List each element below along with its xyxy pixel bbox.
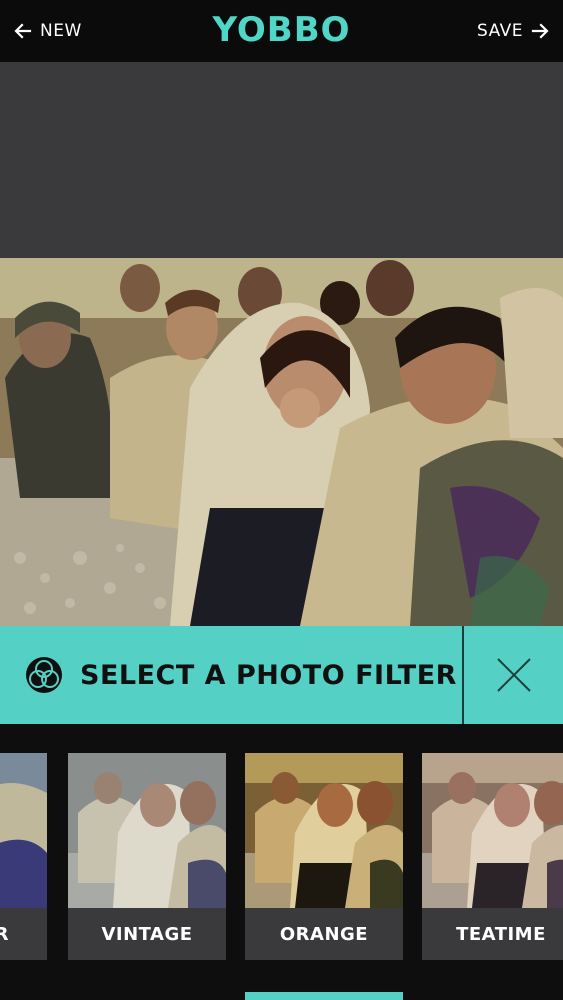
selected-filter-indicator (245, 992, 403, 1000)
top-bar: NEW YOBBO SAVE (0, 0, 563, 62)
filter-thumbnail-orange[interactable]: ORANGE (245, 753, 403, 960)
filter-thumbnail-vintage[interactable]: VINTAGE (68, 753, 226, 960)
filter-label: R (0, 908, 47, 960)
filter-bar-title: SELECT A PHOTO FILTER (80, 659, 457, 691)
photo-thumbnail (422, 753, 563, 908)
color-filter-icon (26, 657, 62, 693)
photo-illustration (0, 258, 563, 626)
save-button-label: SAVE (476, 21, 523, 41)
close-filter-button[interactable] (464, 626, 563, 724)
save-button[interactable]: SAVE (477, 0, 549, 62)
select-filter-header: SELECT A PHOTO FILTER (0, 626, 462, 724)
photo-thumbnail (0, 753, 47, 908)
main-photo[interactable] (0, 258, 563, 626)
filter-strip[interactable]: R VINTAGE ORANGE TEATIME (0, 724, 563, 1000)
photo-thumbnail (68, 753, 226, 908)
filter-thumbnail-teatime[interactable]: TEATIME (422, 753, 563, 960)
canvas-area (0, 62, 563, 258)
filter-thumbnail[interactable]: R (0, 753, 47, 960)
filter-selection-bar: SELECT A PHOTO FILTER (0, 626, 563, 724)
close-icon (496, 658, 531, 692)
filter-label: VINTAGE (68, 908, 226, 960)
arrow-right-icon (531, 23, 549, 39)
photo-thumbnail (245, 753, 403, 908)
filter-label: TEATIME (422, 908, 563, 960)
filter-label: ORANGE (245, 908, 403, 960)
